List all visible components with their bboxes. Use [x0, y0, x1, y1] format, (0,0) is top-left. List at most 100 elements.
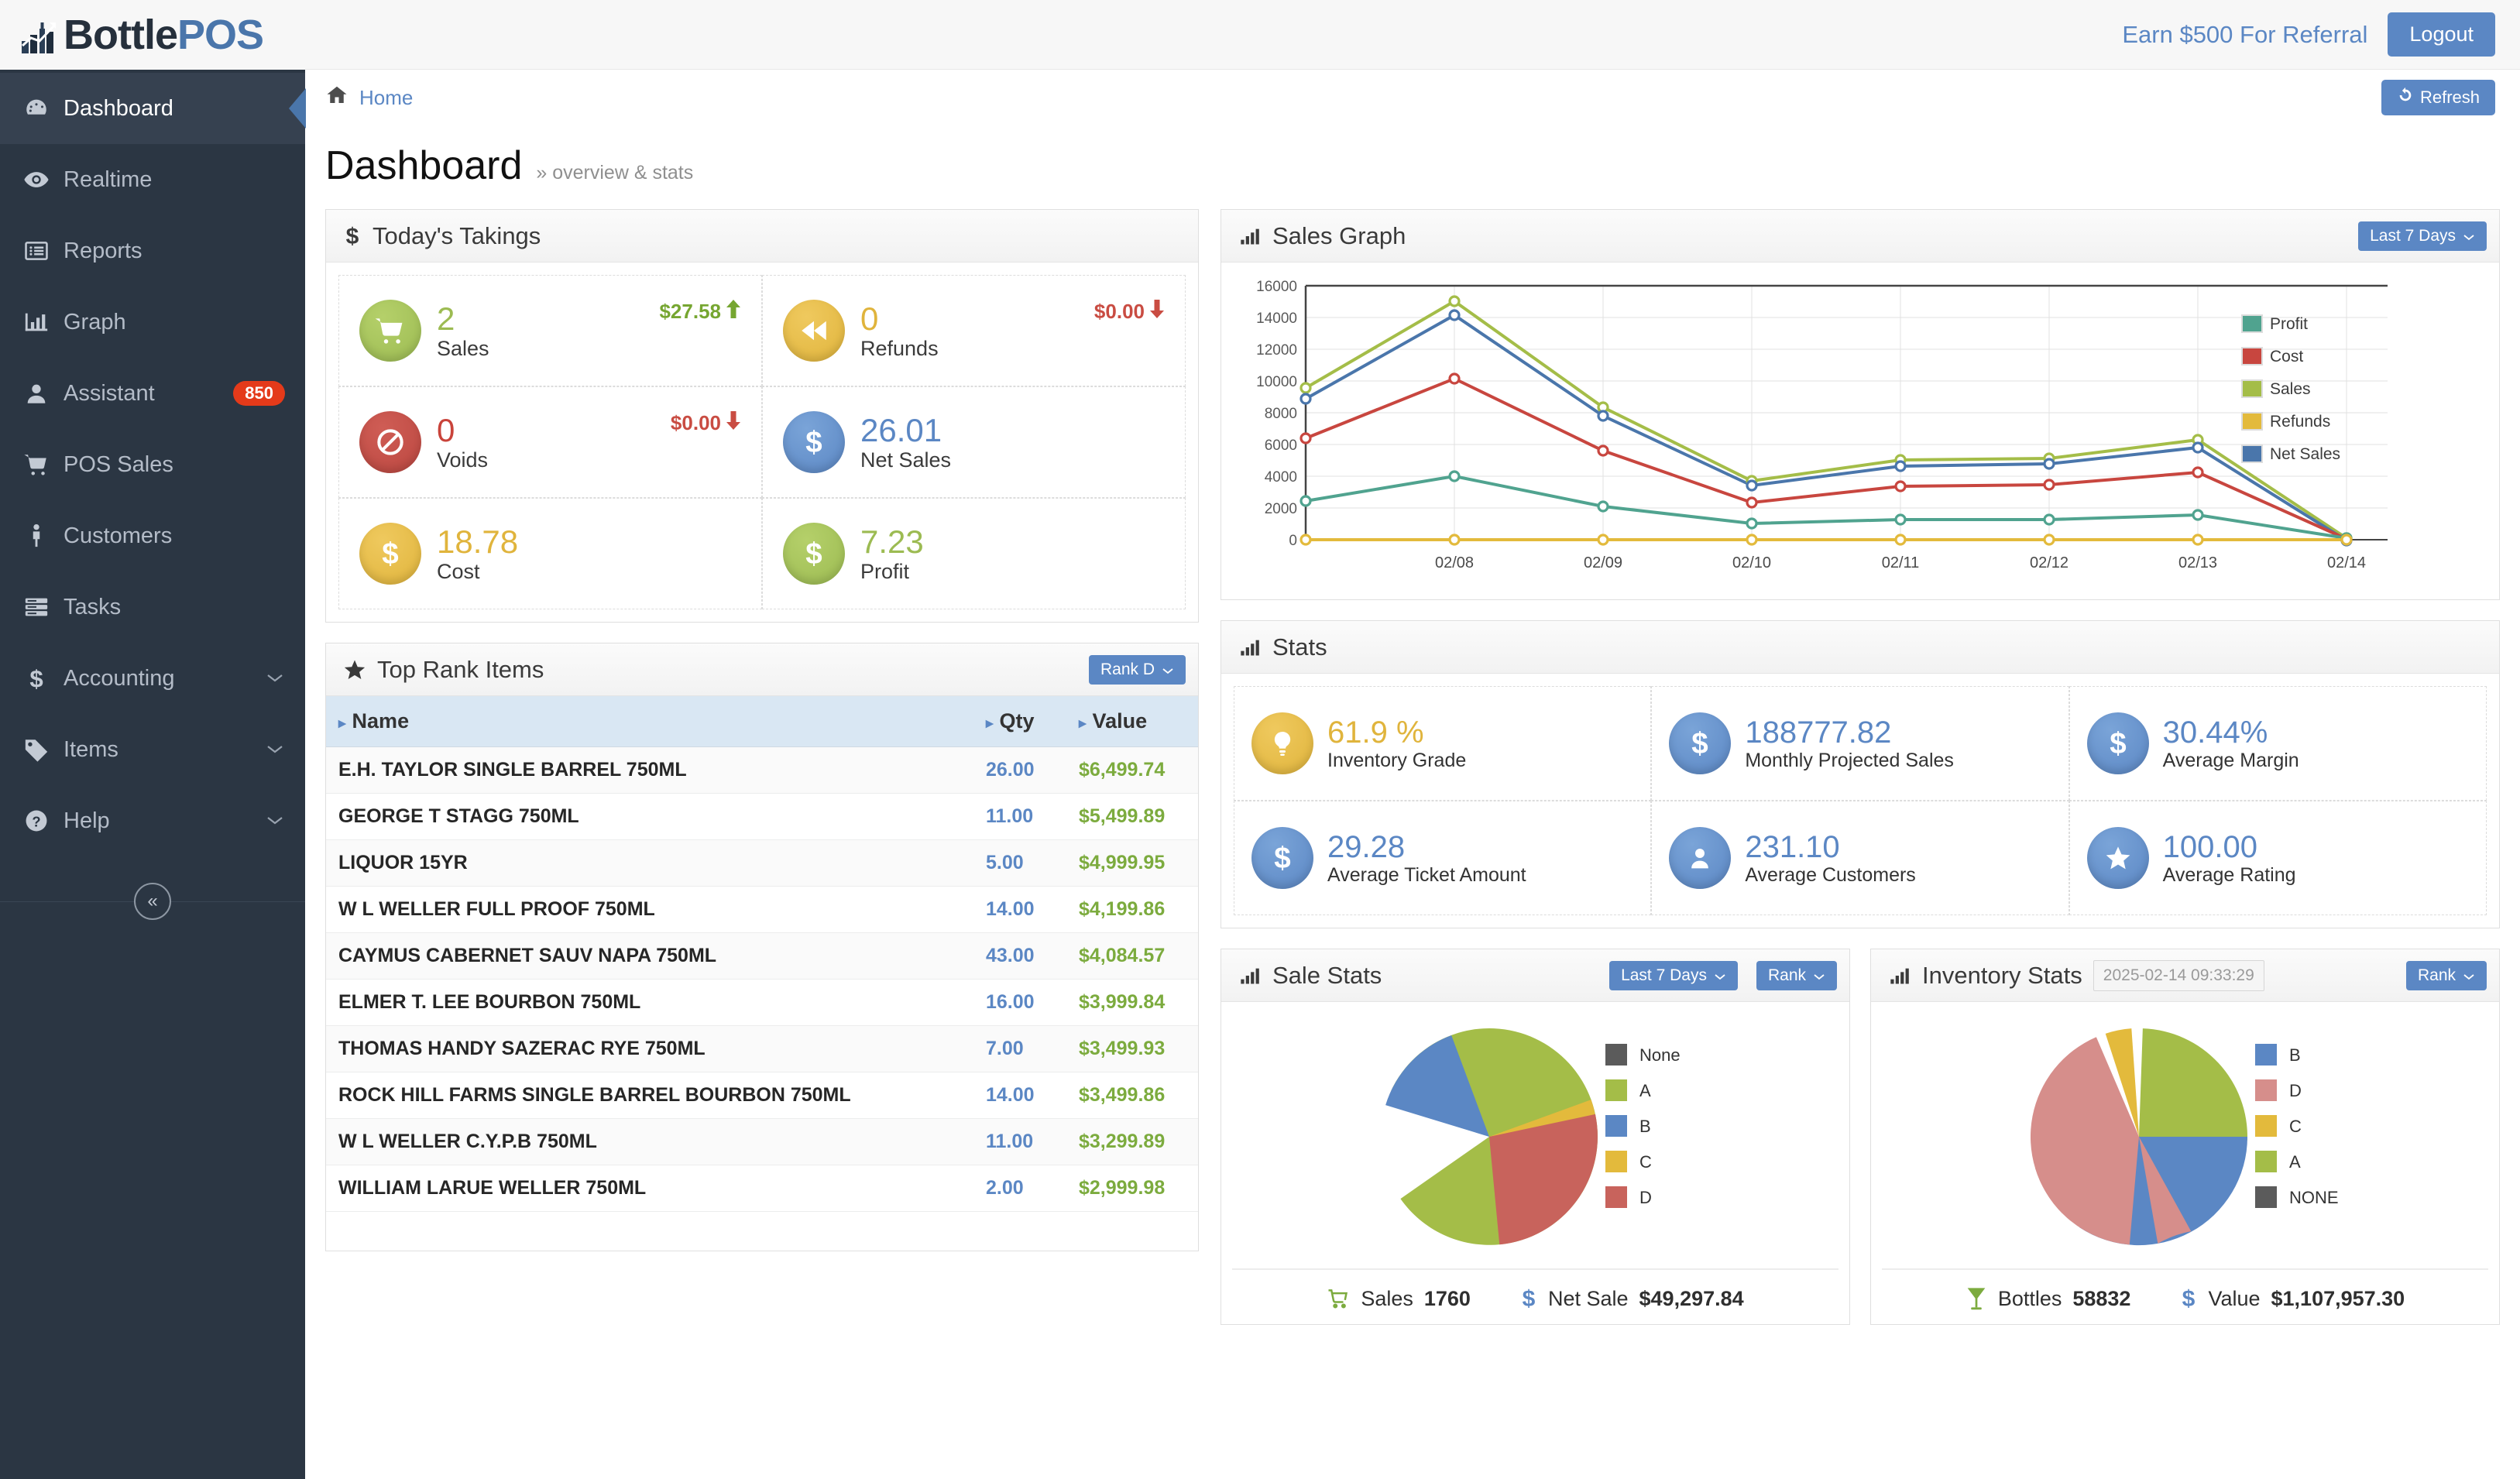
sidebar-item-help[interactable]: ? Help — [0, 785, 305, 856]
takings-label: Cost — [437, 560, 518, 583]
sidebar-label-accounting: Accounting — [64, 666, 265, 691]
svg-text:Net Sales: Net Sales — [2270, 445, 2340, 463]
svg-text:2000: 2000 — [1265, 501, 1297, 517]
sale-stats-rank-button[interactable]: Rank — [1756, 961, 1837, 990]
refresh-label: Refresh — [2420, 88, 2480, 108]
cell-qty: 43.00 — [973, 933, 1066, 980]
col-header-name-label: Name — [352, 709, 410, 733]
cell-value: $5,499.89 — [1066, 794, 1198, 840]
sidebar-item-dashboard[interactable]: Dashboard — [0, 73, 305, 144]
sidebar-label-dashboard: Dashboard — [64, 96, 285, 122]
sidebar-item-assistant[interactable]: Assistant 850 — [0, 358, 305, 429]
table-row[interactable]: ELMER T. LEE BOURBON 750ML16.00$3,999.84 — [326, 980, 1198, 1026]
sidebar-label-graph: Graph — [64, 310, 285, 335]
refresh-button[interactable]: Refresh — [2381, 80, 2495, 115]
col-header-name[interactable]: ▸Name — [326, 696, 973, 747]
sale-stats-rank-label: Rank — [1768, 966, 1806, 985]
sale-stats-footer-net-sale-value: $49,297.84 — [1639, 1287, 1744, 1311]
inventory-stats-legend: B D C A NONE — [2255, 1044, 2339, 1208]
inventory-stats-footer-bottles-value: 58832 — [2072, 1287, 2130, 1311]
eye-icon — [23, 166, 64, 193]
arrow-down-icon — [726, 410, 741, 436]
col-header-qty[interactable]: ▸ Qty — [973, 696, 1066, 747]
todays-takings-title-wrap: $ Today's Takings — [343, 222, 1186, 250]
stat-value: 30.44% — [2163, 715, 2299, 750]
sidebar-item-accounting[interactable]: $ Accounting — [0, 643, 305, 714]
svg-text:02/14: 02/14 — [2327, 554, 2366, 571]
sales-graph-range-button[interactable]: Last 7 Days — [2358, 221, 2487, 251]
inventory-stats-footer-value: $ Value $1,107,957.30 — [2180, 1285, 2405, 1312]
sidebar-nav: Dashboard Realtime Reports — [0, 70, 305, 920]
sale-stats-range-button[interactable]: Last 7 Days — [1609, 961, 1738, 990]
table-row[interactable]: W L WELLER C.Y.P.B 750ML11.00$3,299.89 — [326, 1119, 1198, 1165]
chevron-down-icon — [2463, 227, 2475, 245]
tag-icon — [23, 736, 64, 763]
takings-value: 18.78 — [437, 523, 518, 560]
sidebar-label-items: Items — [64, 737, 265, 763]
chevron-down-icon — [2463, 966, 2475, 985]
sidebar-item-customers[interactable]: Customers — [0, 500, 305, 571]
referral-link[interactable]: Earn $500 For Referral — [2122, 21, 2367, 49]
bar-chart-icon — [1238, 637, 1262, 658]
svg-text:02/12: 02/12 — [2030, 554, 2069, 571]
cell-qty: 7.00 — [973, 1026, 1066, 1072]
table-row[interactable]: E.H. TAYLOR SINGLE BARREL 750ML26.00$6,4… — [326, 747, 1198, 794]
bar-chart-icon — [23, 309, 64, 335]
table-row[interactable]: THOMAS HANDY SAZERAC RYE 750ML7.00$3,499… — [326, 1026, 1198, 1072]
pie-panels: Sale Stats Last 7 Days Rank — [1221, 949, 2500, 1345]
stats-grid: 61.9 % Inventory Grade $ 188777.82 — [1234, 686, 2487, 915]
logout-button[interactable]: Logout — [2388, 12, 2495, 57]
inventory-stats-timestamp: 2025-02-14 09:33:29 — [2093, 960, 2264, 991]
logo[interactable]: BottlePOS — [0, 0, 305, 70]
takings-value-wrap: 18.78 Cost — [437, 523, 518, 583]
col-header-qty-label: Qty — [1000, 709, 1035, 733]
top-rank-filter-button[interactable]: Rank D — [1089, 655, 1186, 685]
takings-label: Sales — [437, 337, 489, 360]
dollar-icon: $ — [1251, 827, 1313, 889]
sort-arrow-icon: ▸ — [986, 715, 994, 732]
sidebar-label-reports: Reports — [64, 238, 285, 264]
sidebar-item-tasks[interactable]: Tasks — [0, 571, 305, 643]
table-row[interactable]: LIQUOR 15YR5.00$4,999.95 — [326, 840, 1198, 887]
table-row[interactable]: ROCK HILL FARMS SINGLE BARREL BOURBON 75… — [326, 1072, 1198, 1119]
table-row[interactable]: CAYMUS CABERNET SAUV NAPA 750ML43.00$4,0… — [326, 933, 1198, 980]
svg-text:C: C — [1639, 1152, 1652, 1172]
breadcrumb-home[interactable]: Home — [359, 86, 413, 110]
stat-value-wrap: 30.44% Average Margin — [2163, 715, 2299, 772]
top-rank-title: Top Rank Items — [377, 656, 544, 684]
svg-text:Cost: Cost — [2270, 348, 2303, 365]
stat-label: Average Margin — [2163, 750, 2299, 771]
takings-cell-sales: 2 Sales $27.58 — [338, 275, 762, 386]
stat-value: 61.9 % — [1327, 715, 1466, 750]
cell-qty: 2.00 — [973, 1165, 1066, 1212]
inventory-stats-header: Inventory Stats 2025-02-14 09:33:29 Rank — [1871, 949, 2499, 1002]
sidebar-collapse-button[interactable]: « — [134, 883, 171, 920]
stat-label: Average Ticket Amount — [1327, 864, 1526, 886]
stats-title-wrap: Stats — [1238, 633, 2487, 661]
tasks-icon — [23, 594, 64, 620]
stat-cell-inventory-grade: 61.9 % Inventory Grade — [1234, 686, 1651, 801]
svg-text:02/09: 02/09 — [1584, 554, 1622, 571]
sidebar-item-realtime[interactable]: Realtime — [0, 144, 305, 215]
stat-value: 188777.82 — [1745, 715, 1954, 750]
inventory-stats-footer: Bottles 58832 $ Value $1,107,957.30 — [1882, 1268, 2488, 1324]
main-area: Earn $500 For Referral Logout Home Refre… — [305, 0, 2520, 1479]
svg-text:NONE: NONE — [2289, 1188, 2339, 1207]
table-row[interactable]: W L WELLER FULL PROOF 750ML14.00$4,199.8… — [326, 887, 1198, 933]
sidebar-item-reports[interactable]: Reports — [0, 215, 305, 287]
sidebar-item-pos-sales[interactable]: POS Sales — [0, 429, 305, 500]
cell-value: $4,199.86 — [1066, 887, 1198, 933]
takings-cell-cost: $ 18.78 Cost — [338, 498, 762, 609]
left-column: $ Today's Takings 2 — [325, 209, 1199, 1345]
sidebar-item-graph[interactable]: Graph — [0, 287, 305, 358]
cell-value: $3,499.93 — [1066, 1026, 1198, 1072]
sales-graph-range-label: Last 7 Days — [2370, 227, 2456, 245]
col-header-value[interactable]: ▸Value — [1066, 696, 1198, 747]
bar-chart-icon — [1238, 965, 1262, 987]
svg-text:02/10: 02/10 — [1732, 554, 1771, 571]
table-row[interactable]: GEORGE T STAGG 750ML11.00$5,499.89 — [326, 794, 1198, 840]
stat-label: Monthly Projected Sales — [1745, 750, 1954, 771]
inventory-stats-rank-button[interactable]: Rank — [2406, 961, 2487, 990]
sidebar-item-items[interactable]: Items — [0, 714, 305, 785]
table-row[interactable]: WILLIAM LARUE WELLER 750ML2.00$2,999.98 — [326, 1165, 1198, 1212]
